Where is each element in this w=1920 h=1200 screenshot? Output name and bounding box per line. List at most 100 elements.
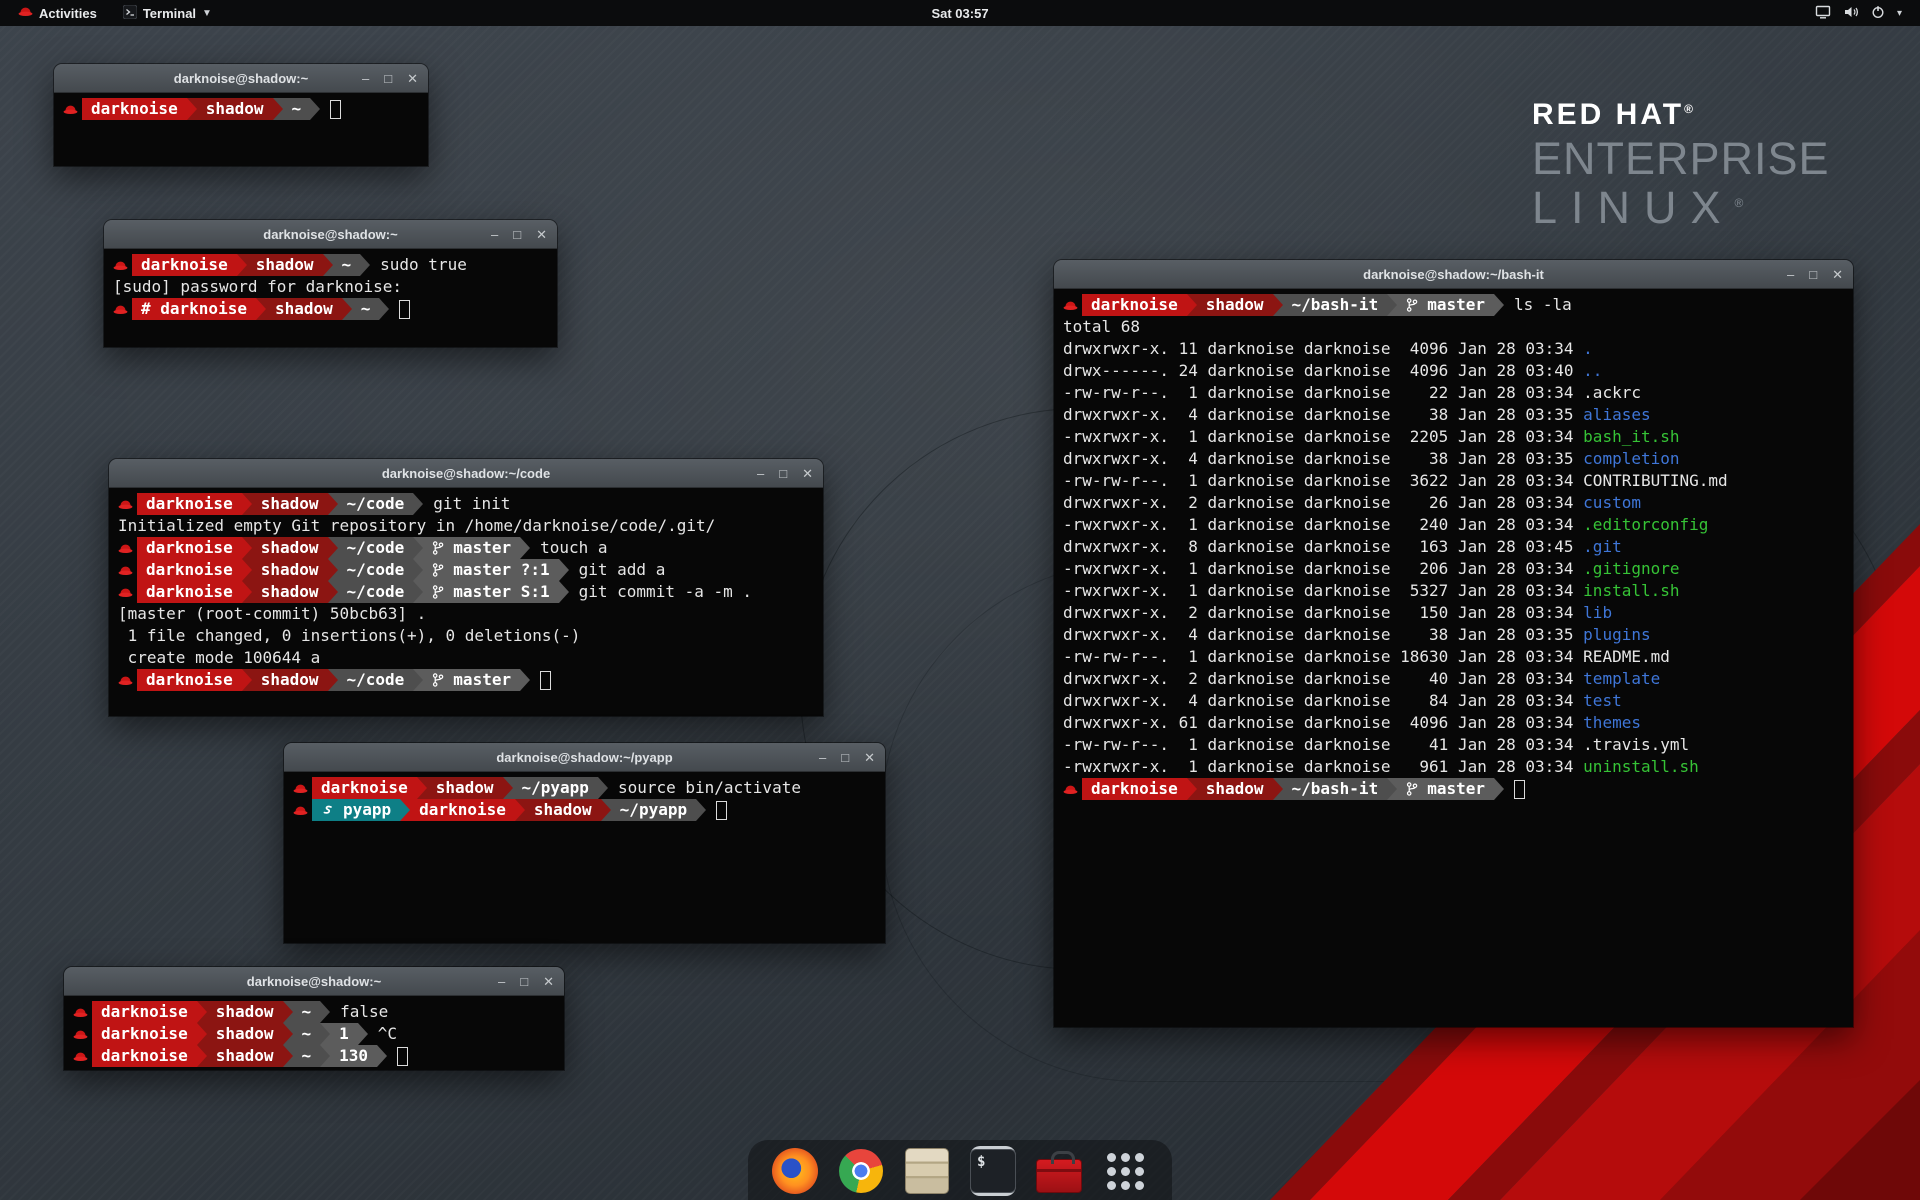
firefox-icon[interactable]: [772, 1148, 818, 1194]
titlebar[interactable]: darknoise@shadow:~ –□✕: [64, 967, 564, 996]
terminal-line: darknoiseshadow~/pyappsource bin/activat…: [293, 777, 876, 799]
prompt-segment: shadow: [1197, 294, 1273, 316]
output-text: [master (root-commit) 50bcb63] .: [118, 603, 426, 625]
minimize-button[interactable]: –: [491, 228, 498, 241]
maximize-button[interactable]: □: [841, 751, 849, 764]
terminal-line: drwxrwxr-x. 61 darknoise darknoise 4096 …: [1063, 712, 1844, 734]
terminal-line: # darknoiseshadow~: [113, 298, 548, 320]
terminal-line: darknoiseshadow~sudo true: [113, 254, 548, 276]
terminal-line: drwxrwxr-x. 11 darknoise darknoise 4096 …: [1063, 338, 1844, 360]
minimize-button[interactable]: –: [362, 72, 369, 85]
terminal-line: darknoiseshadow~/codemaster ?:1git add a: [118, 559, 814, 581]
prompt-segment: darknoise: [92, 1023, 197, 1045]
clock[interactable]: Sat 03:57: [0, 6, 1920, 21]
minimize-button[interactable]: –: [757, 467, 764, 480]
system-status-area[interactable]: ▾: [1807, 0, 1910, 26]
titlebar[interactable]: darknoise@shadow:~ –□✕: [54, 64, 428, 93]
terminal-content[interactable]: darknoise shadow ~/code git initInitialized…: [109, 488, 823, 716]
terminal-content[interactable]: darknoiseshadow~/bash-itmasterls -latota…: [1054, 289, 1853, 1027]
terminal-window-code[interactable]: darknoise@shadow:~/code –□✕ darknoisesha…: [109, 459, 823, 716]
powerline-separator-icon: [400, 799, 410, 821]
prompt-segment-text: 130: [339, 1045, 368, 1067]
powerline-separator-icon: [413, 669, 423, 691]
maximize-button[interactable]: □: [520, 975, 528, 988]
terminal-window-bash-it[interactable]: darknoise@shadow:~/bash-it – □ ✕ darknoise…: [1054, 260, 1853, 1027]
git-branch-icon: [1406, 298, 1418, 312]
command-text: source bin/activate: [608, 777, 801, 799]
prompt-segment: ~: [293, 1023, 321, 1045]
terminal-cursor: [716, 801, 727, 820]
app-grid-icon[interactable]: [1102, 1148, 1148, 1194]
terminal-content[interactable]: darknoiseshadow~: [54, 93, 428, 166]
prompt-segment: darknoise: [312, 777, 417, 799]
chrome-icon[interactable]: [838, 1148, 884, 1194]
terminal-window-pyapp[interactable]: darknoise@shadow:~/pyapp –□✕ darknoisesh…: [284, 743, 885, 943]
terminal-line: -rwxrwxr-x. 1 darknoise darknoise 206 Ja…: [1063, 558, 1844, 580]
files-icon[interactable]: [904, 1148, 950, 1194]
minimize-button[interactable]: –: [1787, 268, 1794, 281]
prompt-segment: darknoise: [1082, 778, 1187, 800]
close-button[interactable]: ✕: [802, 467, 813, 480]
powerline-separator-icon: [559, 581, 569, 603]
redhat-prompt-icon: [118, 586, 133, 599]
terminal-content[interactable]: darknoiseshadow~sudo true[sudo] password…: [104, 249, 557, 347]
window-title: darknoise@shadow:~/code: [109, 466, 823, 481]
toolbox-icon[interactable]: [1036, 1148, 1082, 1194]
redhat-prompt-icon: [73, 1006, 88, 1019]
prompt-segment-text: darknoise: [146, 559, 233, 581]
terminal-line: [master (root-commit) 50bcb63] .: [118, 603, 814, 625]
prompt-segment-text: ~: [361, 298, 371, 320]
terminal-content[interactable]: darknoiseshadow~falsedarknoiseshadow~1^C…: [64, 996, 564, 1070]
terminal-line: -rw-rw-r--. 1 darknoise darknoise 41 Jan…: [1063, 734, 1844, 756]
terminal-line: -rwxrwxr-x. 1 darknoise darknoise 5327 J…: [1063, 580, 1844, 602]
power-icon: [1871, 5, 1885, 22]
terminal-window-home-small[interactable]: darknoise@shadow:~ –□✕ darknoiseshadow~: [54, 64, 428, 166]
terminal-window-exit-codes[interactable]: darknoise@shadow:~ –□✕ darknoiseshadow~f…: [64, 967, 564, 1070]
maximize-button[interactable]: □: [1809, 268, 1817, 281]
prompt-segment-text: shadow: [261, 581, 319, 603]
prompt-segment: darknoise: [137, 581, 242, 603]
terminal-line: darknoiseshadow~1^C: [73, 1023, 555, 1045]
terminal-content[interactable]: darknoiseshadow~/pyappsource bin/activat…: [284, 772, 885, 943]
maximize-button[interactable]: □: [384, 72, 392, 85]
file-attributes: -rw-rw-r--. 1 darknoise darknoise 22 Jan…: [1063, 382, 1583, 404]
prompt-segment-text: shadow: [216, 1023, 274, 1045]
powerline-separator-icon: [379, 298, 389, 320]
window-title: darknoise@shadow:~/bash-it: [1054, 267, 1853, 282]
powerline-separator-icon: [503, 777, 513, 799]
titlebar[interactable]: darknoise@shadow:~/bash-it – □ ✕: [1054, 260, 1853, 289]
titlebar[interactable]: darknoise@shadow:~/code – □ ✕: [109, 459, 823, 488]
file-name: plugins: [1583, 624, 1650, 646]
close-button[interactable]: ✕: [543, 975, 554, 988]
prompt-segment: ~/pyapp: [513, 777, 598, 799]
minimize-button[interactable]: –: [498, 975, 505, 988]
maximize-button[interactable]: □: [513, 228, 521, 241]
close-button[interactable]: ✕: [864, 751, 875, 764]
terminal-window-sudo[interactable]: darknoise@shadow:~ –□✕ darknoiseshadow~s…: [104, 220, 557, 347]
command-text: git init: [423, 493, 510, 515]
prompt-segment-text: ~/bash-it: [1292, 294, 1379, 316]
powerline-separator-icon: [273, 98, 283, 120]
file-attributes: drwxrwxr-x. 11 darknoise darknoise 4096 …: [1063, 338, 1583, 360]
close-button[interactable]: ✕: [536, 228, 547, 241]
file-attributes: -rwxrwxr-x. 1 darknoise darknoise 2205 J…: [1063, 426, 1583, 448]
prompt-segment-text: darknoise: [419, 799, 506, 821]
close-button[interactable]: ✕: [407, 72, 418, 85]
terminal-line: -rw-rw-r--. 1 darknoise darknoise 22 Jan…: [1063, 382, 1844, 404]
maximize-button[interactable]: □: [779, 467, 787, 480]
powerline-separator-icon: [242, 669, 252, 691]
prompt-segment: shadow: [1197, 778, 1273, 800]
terminal-icon[interactable]: $: [970, 1148, 1016, 1194]
redhat-prompt-icon: [118, 542, 133, 555]
close-button[interactable]: ✕: [1832, 268, 1843, 281]
terminal-line: -rwxrwxr-x. 1 darknoise darknoise 240 Ja…: [1063, 514, 1844, 536]
minimize-button[interactable]: –: [819, 751, 826, 764]
titlebar[interactable]: darknoise@shadow:~ –□✕: [104, 220, 557, 249]
prompt-segment-text: ~/code: [347, 559, 405, 581]
prompt-segment: darknoise: [137, 669, 242, 691]
prompt-segment-text: darknoise: [101, 1045, 188, 1067]
titlebar[interactable]: darknoise@shadow:~/pyapp –□✕: [284, 743, 885, 772]
prompt-segment: ~/code: [338, 537, 414, 559]
output-text: Initialized empty Git repository in /hom…: [118, 515, 715, 537]
terminal-line: total 68: [1063, 316, 1844, 338]
